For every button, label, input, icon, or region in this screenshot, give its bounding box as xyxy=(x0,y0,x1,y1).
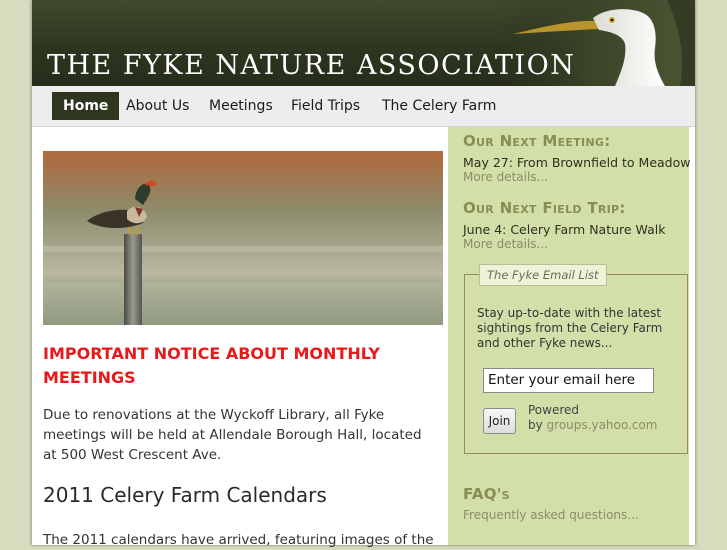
next-meeting-text: May 27: From Brownfield to Meadow xyxy=(463,155,691,170)
powered-by-line: by groups.yahoo.com xyxy=(528,418,657,433)
site-header: THE FYKE NATURE ASSOCIATION xyxy=(32,0,695,86)
nav-meetings[interactable]: Meetings xyxy=(198,92,284,120)
next-trip-heading: Our Next Field Trip: xyxy=(463,199,626,217)
powered-label: Powered xyxy=(528,403,580,417)
sidebar: Our Next Meeting: May 27: From Brownfiel… xyxy=(448,127,691,545)
powered-by: Powered by groups.yahoo.com xyxy=(528,403,657,433)
next-meeting-heading: Our Next Meeting: xyxy=(463,132,611,150)
faq-link[interactable]: Frequently asked questions... xyxy=(463,508,639,522)
main-nav: Home About Us Meetings Field Trips The C… xyxy=(32,86,695,127)
notice-heading: IMPORTANT NOTICE ABOUT MONTHLY MEETINGS xyxy=(43,344,380,387)
nav-home[interactable]: Home xyxy=(52,92,120,120)
faq-heading[interactable]: FAQ's xyxy=(463,485,510,503)
site-title: THE FYKE NATURE ASSOCIATION xyxy=(47,50,576,81)
email-list-legend: The Fyke Email List xyxy=(479,264,607,286)
wood-duck-photo xyxy=(43,151,443,325)
by-label: by xyxy=(528,418,543,432)
main-content: IMPORTANT NOTICE ABOUT MONTHLY MEETINGS … xyxy=(32,127,448,548)
join-button[interactable]: Join xyxy=(483,408,516,434)
next-trip-text: June 4: Celery Farm Nature Walk xyxy=(463,222,666,237)
notice-body: Due to renovations at the Wyckoff Librar… xyxy=(43,407,422,463)
email-list-box: The Fyke Email List Stay up-to-date with… xyxy=(464,264,688,454)
nav-celery-farm[interactable]: The Celery Farm xyxy=(371,92,507,120)
email-input[interactable]: Enter your email here xyxy=(483,368,654,393)
calendar-body: The 2011 calendars have arrived, featuri… xyxy=(43,532,434,548)
nav-about-us[interactable]: About Us xyxy=(115,92,200,120)
next-trip-more-link[interactable]: More details... xyxy=(463,237,548,251)
email-list-description: Stay up-to-date with the latest sighting… xyxy=(477,306,663,350)
page-container: THE FYKE NATURE ASSOCIATION Home About U… xyxy=(32,0,695,548)
yahoo-groups-link[interactable]: groups.yahoo.com xyxy=(547,418,658,432)
calendar-heading: 2011 Celery Farm Calendars xyxy=(43,483,327,507)
next-meeting-more-link[interactable]: More details... xyxy=(463,170,548,184)
nav-field-trips[interactable]: Field Trips xyxy=(280,92,371,120)
